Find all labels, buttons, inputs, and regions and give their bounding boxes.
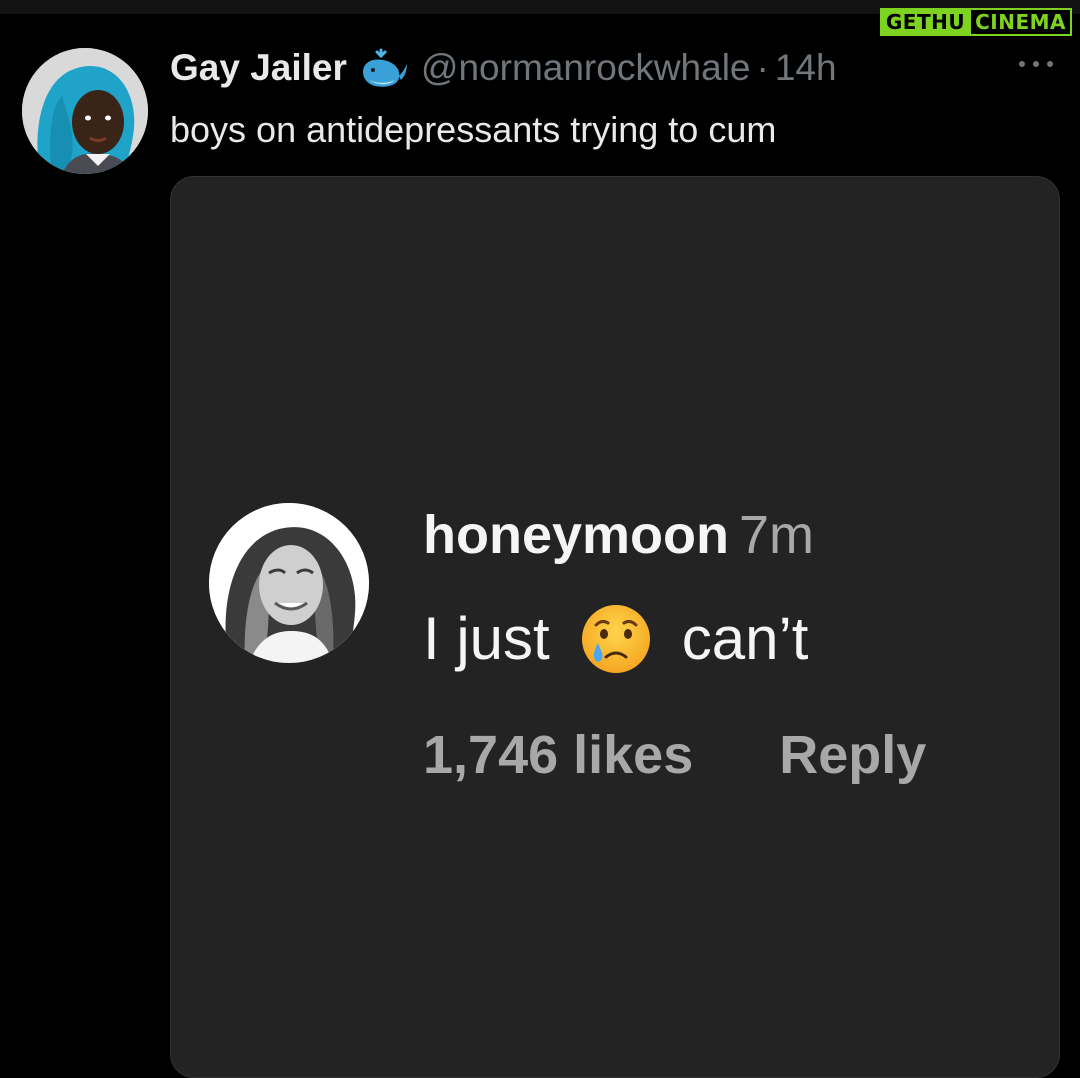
comment-timestamp: 7m [739, 505, 815, 565]
comment-avatar-image [209, 503, 369, 663]
author-avatar[interactable] [22, 48, 148, 174]
author-handle[interactable]: @normanrockwhale [421, 44, 751, 92]
comment-reply-button: Reply [779, 725, 927, 785]
comment-text-after: can’t [681, 605, 809, 672]
tweet-header: Gay Jailer @normanrockwhale · 14h [170, 44, 837, 92]
watermark-part-a: GETHU [879, 8, 972, 36]
comment-avatar [209, 503, 369, 663]
tweet-text: boys on antidepressants trying to cum [170, 109, 777, 150]
author-display-name[interactable]: Gay Jailer [170, 44, 347, 92]
crying-face-emoji-icon [578, 601, 654, 677]
whale-emoji-icon [359, 46, 409, 90]
comment-header: honeymoon 7m [423, 503, 814, 567]
comment-meta: 1,746 likes Reply [423, 723, 926, 787]
header-separator: · [756, 47, 769, 88]
comment-username: honeymoon [423, 505, 729, 565]
tweet-timestamp[interactable]: 14h [775, 44, 837, 92]
comment-text-before: I just [423, 605, 550, 672]
author-avatar-image [22, 48, 148, 174]
watermark-logo: GETHU CINEMA [879, 8, 1072, 36]
comment-likes-count: 1,746 likes [423, 725, 694, 785]
comment-text: I just can’t [423, 601, 808, 677]
watermark-part-b: CINEMA [971, 8, 1072, 36]
more-horizontal-icon[interactable] [1016, 54, 1056, 74]
tweet-media[interactable]: honeymoon 7m I just can’t 1,746 likes Re… [170, 176, 1060, 1078]
